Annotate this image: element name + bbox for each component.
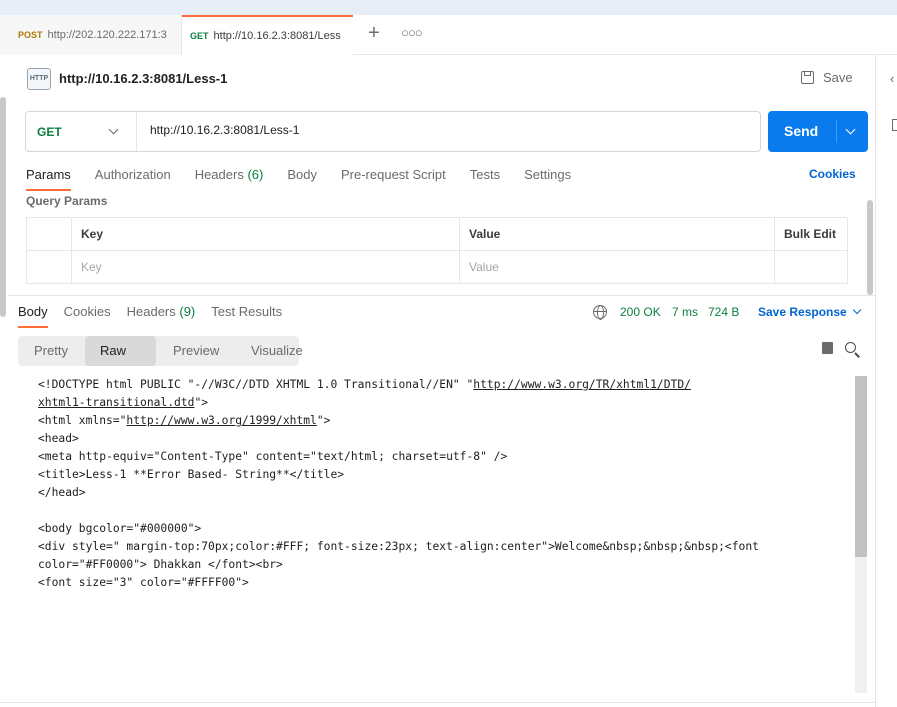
code-scrollbar[interactable] xyxy=(855,376,867,693)
table-row: Key Value xyxy=(27,251,847,284)
code-scrollbar-thumb[interactable] xyxy=(855,376,867,557)
code-line: <title>Less-1 **Error Based- String**</t… xyxy=(38,468,345,481)
response-tabs: Body Cookies Headers (9) Test Results xyxy=(18,304,298,328)
tab-bar: POST http://202.120.222.171:3 GET http:/… xyxy=(0,15,897,55)
code-line: color="#FF0000"> Dhakkan </font><br> xyxy=(38,558,283,571)
save-response-button[interactable]: Save Response xyxy=(758,305,862,319)
chevron-down-icon xyxy=(108,124,119,135)
copy-icon[interactable] xyxy=(819,339,833,354)
bracket-icon[interactable] xyxy=(892,119,897,131)
method-label: GET xyxy=(37,124,62,139)
key-input[interactable]: Key xyxy=(72,251,460,284)
save-response-label: Save Response xyxy=(758,305,847,319)
tab-label: Test Results xyxy=(211,304,283,319)
tab-url: http://202.120.222.171:3 xyxy=(47,29,167,41)
send-button[interactable]: Send xyxy=(768,111,868,152)
tab-url: http://10.16.2.3:8081/Less xyxy=(213,30,341,42)
code-line: <head> xyxy=(38,432,79,445)
tab-params[interactable]: Params xyxy=(26,167,71,191)
code-line: </head> xyxy=(38,486,86,499)
tab-settings[interactable]: Settings xyxy=(524,167,571,191)
tab-label: Settings xyxy=(524,167,572,182)
tab-method: POST xyxy=(18,30,43,40)
save-icon xyxy=(801,71,814,84)
tab-post-request[interactable]: POST http://202.120.222.171:3 xyxy=(0,15,182,55)
code-line: <!DOCTYPE html PUBLIC "-//W3C//DTD XHTML… xyxy=(38,378,691,391)
tab-label: Body xyxy=(287,167,317,182)
row-empty-cell xyxy=(775,251,847,284)
method-select[interactable]: GET xyxy=(26,112,137,151)
table-header-row: Key Value Bulk Edit xyxy=(27,218,847,251)
window-top-strip xyxy=(0,0,897,15)
chevron-left-icon[interactable]: ‹ xyxy=(890,71,894,86)
tab-response-headers[interactable]: Headers (9) xyxy=(127,304,196,328)
tab-label: Headers xyxy=(194,167,244,182)
chevron-down-icon xyxy=(852,305,862,315)
query-params-title: Query Params xyxy=(26,194,108,208)
code-line: xhtml1-transitional.dtd"> xyxy=(38,396,209,409)
format-pretty-button[interactable]: Pretty xyxy=(18,336,85,366)
format-toggle-group: Pretty Raw Preview Visualize xyxy=(18,336,303,366)
send-label: Send xyxy=(784,123,819,139)
tab-tests[interactable]: Tests xyxy=(470,167,500,191)
key-column-header: Key xyxy=(72,218,460,251)
tab-response-body[interactable]: Body xyxy=(18,304,48,328)
query-params-table: Key Value Bulk Edit Key Value xyxy=(26,217,848,284)
status-code[interactable]: 200 OK xyxy=(620,305,661,319)
send-divider xyxy=(836,120,837,143)
globe-icon[interactable] xyxy=(593,305,607,320)
checkbox-column-header xyxy=(27,218,72,251)
right-side-panel: ‹ xyxy=(875,55,897,707)
tab-headers[interactable]: Headers (6) xyxy=(195,167,264,191)
panel-divider[interactable] xyxy=(8,295,875,296)
code-line: <html xmlns="http://www.w3.org/1999/xhtm… xyxy=(38,414,331,427)
response-time[interactable]: 7 ms xyxy=(672,305,698,319)
response-body-code[interactable]: <!DOCTYPE html PUBLIC "-//W3C//DTD XHTML… xyxy=(38,376,844,592)
tab-label: Cookies xyxy=(63,304,111,319)
save-button[interactable]: Save xyxy=(801,70,853,85)
new-tab-plus-icon[interactable]: + xyxy=(365,23,383,43)
code-line: <font size="3" color="#FFFF00"> xyxy=(38,576,249,589)
tab-count: (9) xyxy=(179,304,196,319)
value-input[interactable]: Value xyxy=(460,251,775,284)
cookies-link[interactable]: Cookies xyxy=(809,167,856,181)
search-icon[interactable] xyxy=(845,342,856,353)
bottom-divider xyxy=(0,702,875,703)
code-line: <meta http-equiv="Content-Type" content=… xyxy=(38,450,508,463)
format-preview-button[interactable]: Preview xyxy=(156,336,233,366)
tab-label: Body xyxy=(18,304,48,319)
code-line: <body bgcolor="#000000"> xyxy=(38,522,202,535)
request-tabs: Params Authorization Headers (6) Body Pr… xyxy=(26,167,595,191)
tab-method: GET xyxy=(190,31,209,41)
tab-label: Params xyxy=(26,167,71,182)
more-options-icon[interactable]: ○○○ xyxy=(401,24,423,42)
bulk-edit-button[interactable]: Bulk Edit xyxy=(775,218,847,251)
tab-response-cookies[interactable]: Cookies xyxy=(64,304,111,328)
row-checkbox-cell xyxy=(27,251,72,284)
tab-label: Authorization xyxy=(94,167,171,182)
url-input[interactable]: http://10.16.2.3:8081/Less-1 xyxy=(150,123,299,137)
tab-label: Headers xyxy=(126,304,176,319)
format-raw-button[interactable]: Raw xyxy=(85,336,156,366)
value-column-header: Value xyxy=(460,218,775,251)
tab-label: Tests xyxy=(469,167,501,182)
request-scrollbar[interactable] xyxy=(867,200,873,295)
url-bar: GET http://10.16.2.3:8081/Less-1 xyxy=(25,111,761,152)
code-line: <div style=" margin-top:70px;color:#FFF;… xyxy=(38,540,759,553)
format-visualize-button[interactable]: Visualize xyxy=(233,336,303,366)
tab-body[interactable]: Body xyxy=(287,167,317,191)
tab-label: Pre-request Script xyxy=(340,167,446,182)
response-size[interactable]: 724 B xyxy=(708,305,739,319)
tab-test-results[interactable]: Test Results xyxy=(211,304,282,328)
request-title[interactable]: http://10.16.2.3:8081/Less-1 xyxy=(59,71,227,86)
tab-count: (6) xyxy=(247,167,264,182)
tab-get-request[interactable]: GET http://10.16.2.3:8081/Less xyxy=(182,15,353,55)
tab-pre-request-script[interactable]: Pre-request Script xyxy=(341,167,446,191)
save-label: Save xyxy=(823,70,853,85)
tab-authorization[interactable]: Authorization xyxy=(95,167,171,191)
left-scrollbar[interactable] xyxy=(0,97,6,317)
send-options-chevron-icon[interactable] xyxy=(845,124,856,135)
http-request-icon: HTTP xyxy=(27,68,51,90)
